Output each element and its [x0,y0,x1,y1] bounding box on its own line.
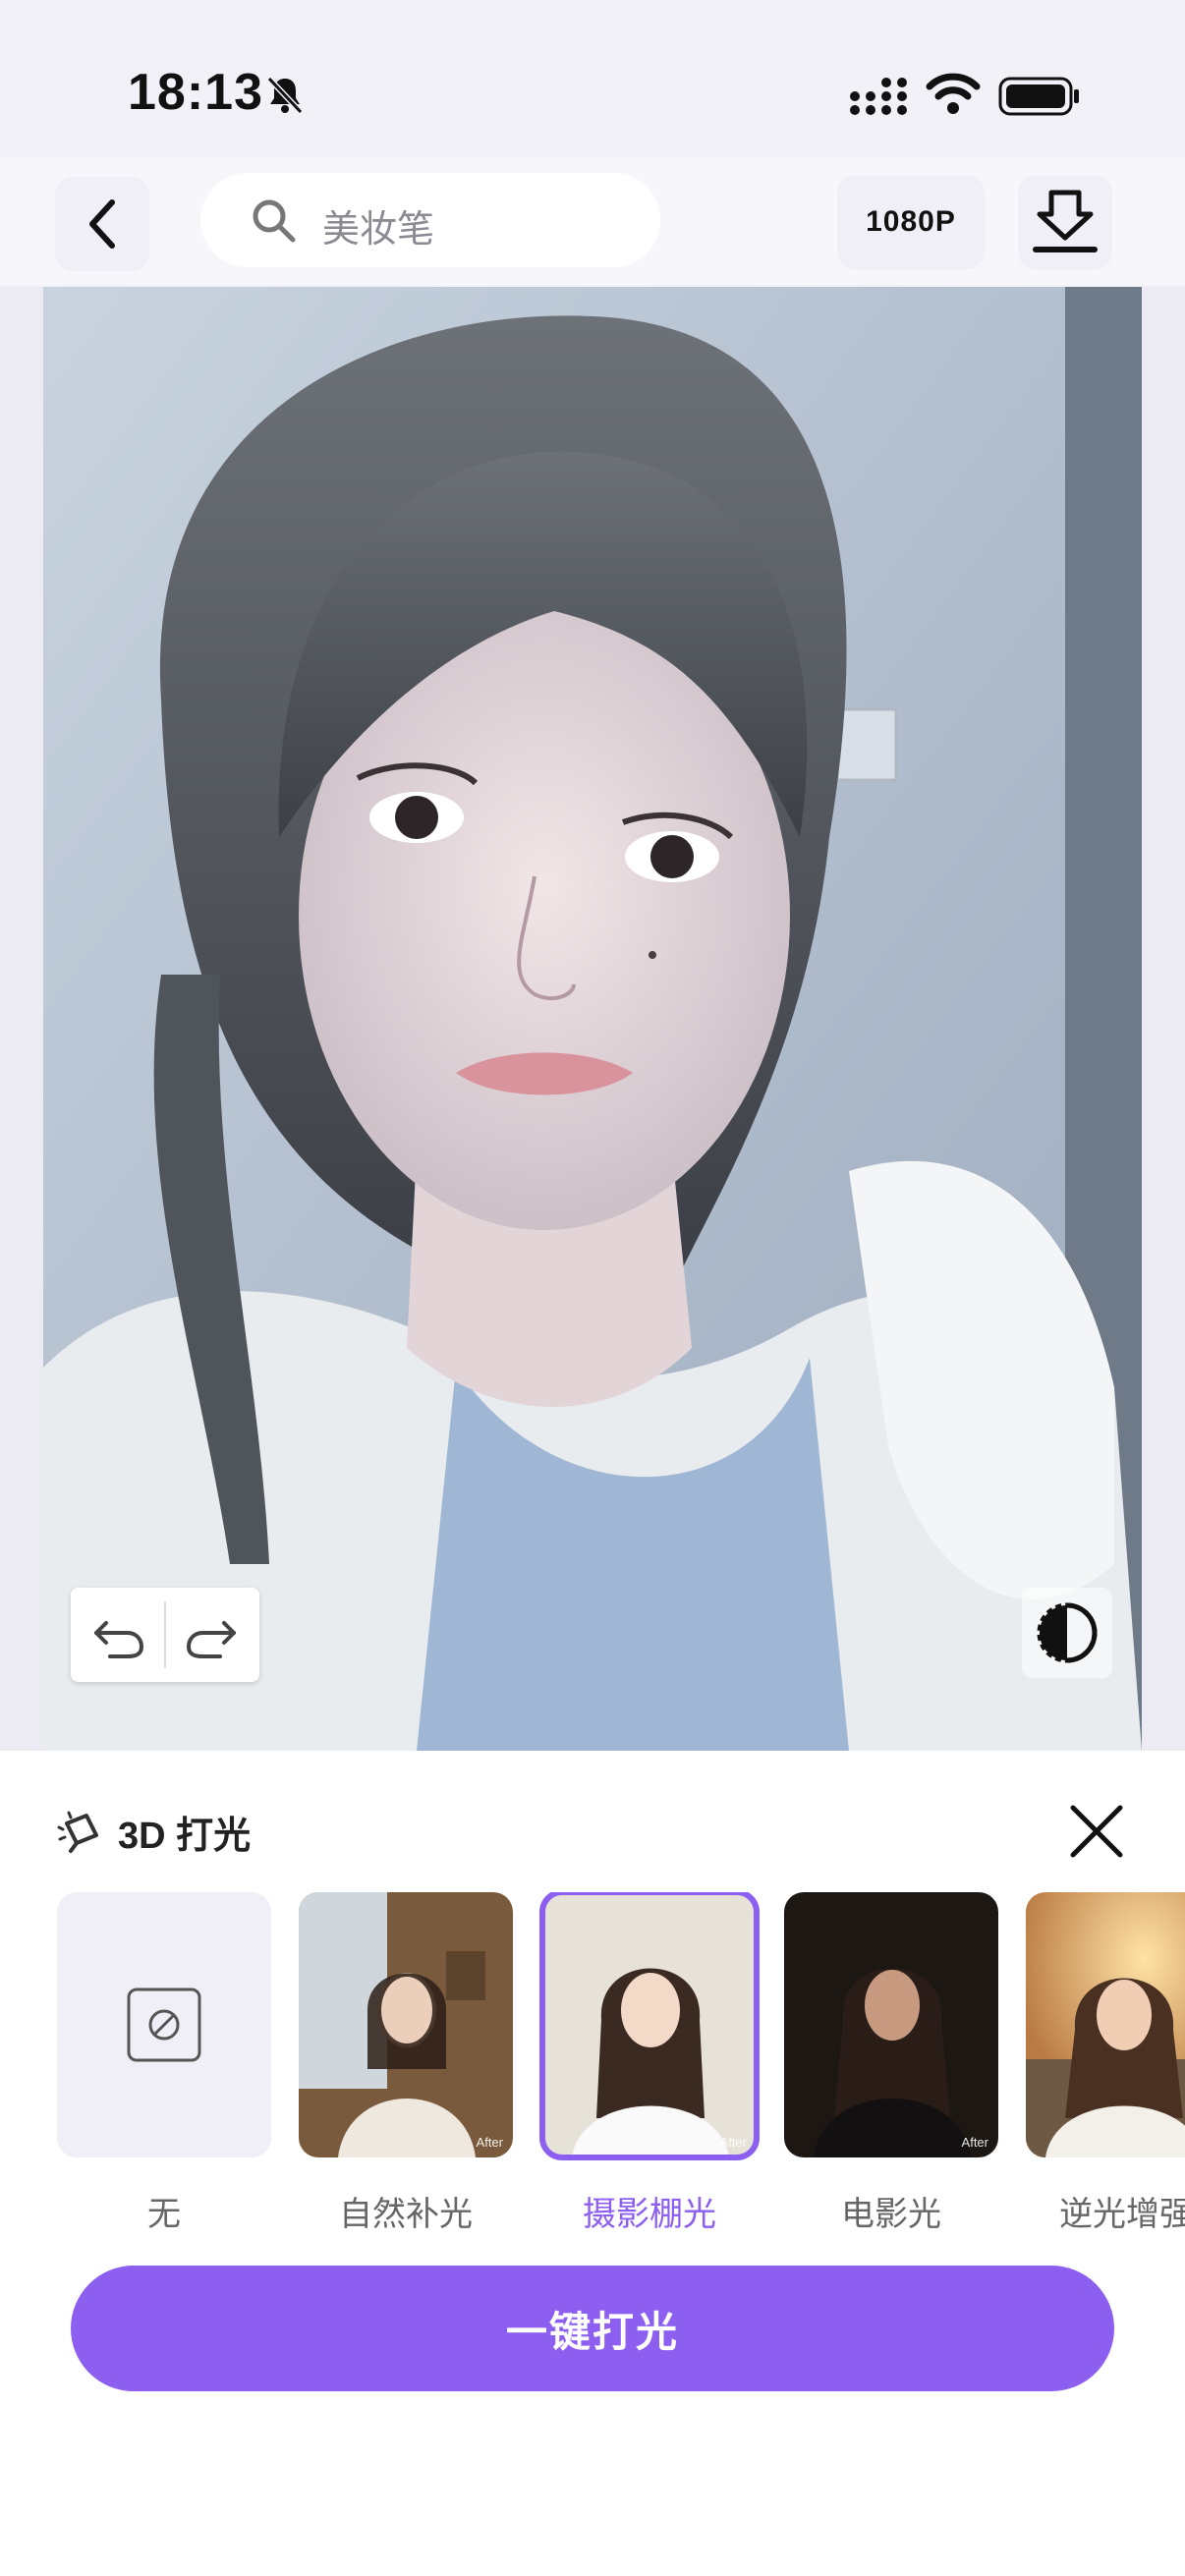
chevron-left-icon [89,199,115,249]
resolution-button[interactable]: 1080P [837,175,985,269]
undo-button[interactable] [88,1605,147,1664]
portrait-photo [43,287,1142,1751]
search-placeholder: 美妆笔 [322,209,435,251]
photo-canvas [0,287,1185,1751]
status-time: 18:13 [128,64,263,121]
filter-label-natural-fill: 自然补光 [339,2196,473,2233]
filter-thumbnail [784,1892,998,2157]
filter-label-backlight-boost: 逆光增强 [1059,2196,1185,2233]
panel-header: 3D 打光 [57,1804,251,1859]
filter-thumbnail [299,1892,513,2157]
top-toolbar: 美妆笔 1080P [0,157,1185,285]
one-tap-lighting-button[interactable]: 一键打光 [71,2266,1114,2391]
contrast-compare-icon [1037,1602,1098,1663]
after-badge: After [476,2135,503,2150]
lighting-filter-list: 无 After 自然补光 After 摄影棚光 After 电影光 逆光增强 [0,1892,1185,2236]
download-icon [1033,190,1098,252]
no-effect-icon [127,1988,201,2062]
cellular-signal-icon [850,78,907,115]
panel-title: 3D 打光 [118,1815,252,1857]
redo-button[interactable] [183,1605,242,1664]
undo-redo-group [71,1588,259,1682]
status-bar: 18:13 [0,0,1185,157]
close-icon[interactable] [1065,1800,1128,1863]
mute-bell-icon [266,76,304,115]
wifi-icon [926,73,981,114]
filter-thumbnail [542,1892,757,2157]
filter-label-cinematic: 电影光 [841,2196,941,2233]
search-icon [253,199,296,243]
download-button[interactable] [1018,175,1112,269]
undo-redo-divider [164,1601,166,1668]
after-badge: After [961,2135,988,2150]
filter-card-natural-fill[interactable]: After [299,1892,513,2157]
compare-button[interactable] [1022,1588,1112,1678]
search-field[interactable]: 美妆笔 [200,173,660,267]
filter-card-studio-light[interactable]: After [539,1892,760,2160]
filter-thumbnail [1026,1892,1185,2157]
back-button[interactable] [55,177,149,271]
battery-icon [998,77,1079,116]
after-badge: After [719,2135,747,2150]
filter-card-cinematic[interactable]: After [784,1892,998,2157]
lighting-panel: 3D 打光 无 After 自然补光 After 摄影棚光 After 电影光 … [0,1751,1185,2576]
spotlight-icon [57,1811,98,1853]
filter-label-studio-light: 摄影棚光 [583,2196,716,2233]
filter-card-none[interactable] [57,1892,271,2157]
filter-label-none: 无 [147,2196,181,2233]
filter-card-backlight-boost[interactable] [1026,1892,1185,2157]
